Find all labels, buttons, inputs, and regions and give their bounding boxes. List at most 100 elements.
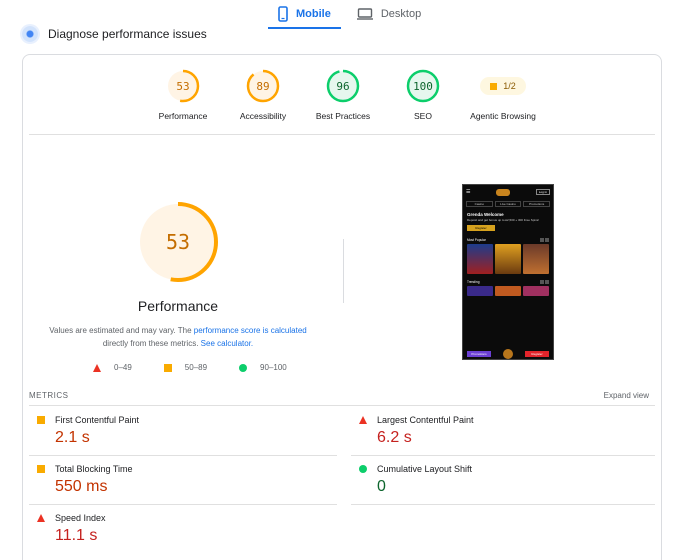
metric-cls: Cumulative Layout Shift 0 bbox=[359, 464, 649, 496]
metric-fcp-label: First Contentful Paint bbox=[55, 415, 140, 425]
phone-hero-text: Deposit and get bonus up to £2,500 + 300… bbox=[467, 218, 540, 222]
metric-divider bbox=[351, 455, 655, 456]
metric-tbt: Total Blocking Time 550 ms bbox=[37, 464, 327, 496]
metric-tbt-value: 550 ms bbox=[55, 478, 108, 495]
device-tabs: Mobile Desktop bbox=[268, 0, 431, 30]
diagnose-title: Diagnose performance issues bbox=[48, 27, 207, 41]
metric-fcp-value: 2.1 s bbox=[55, 429, 90, 446]
metric-lcp-value: 6.2 s bbox=[377, 429, 412, 446]
tab-desktop[interactable]: Desktop bbox=[347, 0, 431, 28]
phone-nav-item: Promotions bbox=[523, 201, 551, 207]
agentic-badge: 1/2 bbox=[480, 77, 526, 95]
metrics-title: METRICS bbox=[29, 391, 69, 400]
average-square-icon bbox=[490, 82, 498, 90]
phone-hero: Grenda Welcome Deposit and get bonus up … bbox=[463, 209, 553, 234]
phone-nav: Casino Live Casino Promotions bbox=[463, 199, 553, 209]
tab-desktop-label: Desktop bbox=[380, 8, 422, 20]
score-note: Values are estimated and may vary. The p… bbox=[37, 324, 319, 350]
game-tile bbox=[523, 244, 549, 274]
metric-divider bbox=[351, 504, 655, 505]
site-logo bbox=[496, 188, 511, 196]
performance-score-link[interactable]: performance score is calculated bbox=[194, 326, 307, 335]
legend-fail-label: 0–49 bbox=[114, 363, 132, 372]
mobile-icon bbox=[278, 5, 288, 22]
average-square-icon bbox=[37, 465, 45, 473]
metric-lcp-label: Largest Contentful Paint bbox=[377, 415, 474, 425]
gauge-best-practices-value: 96 bbox=[336, 79, 350, 93]
note-text-2: directly from these metrics. bbox=[102, 339, 201, 348]
metric-fcp: First Contentful Paint 2.1 s bbox=[37, 415, 327, 447]
metric-si: Speed Index 11.1 s bbox=[37, 513, 327, 545]
game-tile bbox=[467, 286, 493, 296]
phone-nav-item: Live Casino bbox=[494, 201, 522, 207]
game-tile bbox=[495, 244, 521, 274]
phone-login: Log in bbox=[535, 189, 550, 195]
phone-game-row bbox=[463, 284, 553, 298]
gauge-accessibility: 89 bbox=[246, 69, 280, 103]
expand-view-button[interactable]: Expand view bbox=[604, 391, 649, 400]
desktop-icon bbox=[356, 8, 373, 20]
phone-footer: Promotions Register bbox=[463, 349, 553, 359]
legend-fail: 0–49 bbox=[93, 363, 132, 372]
main-performance-title: Performance bbox=[137, 298, 219, 314]
pass-circle-icon bbox=[239, 363, 248, 372]
gauge-best-practices-label: Best Practices bbox=[315, 111, 371, 121]
divider bbox=[29, 134, 655, 135]
vertical-divider bbox=[343, 239, 344, 303]
see-calculator-link[interactable]: See calculator. bbox=[201, 339, 253, 348]
menu-icon: ☰ bbox=[466, 189, 471, 195]
metric-divider bbox=[29, 455, 337, 456]
phone-foot-logo bbox=[503, 349, 513, 359]
phone-foot-left: Promotions bbox=[467, 351, 491, 357]
arrows-icon bbox=[540, 280, 549, 284]
metric-divider bbox=[29, 504, 337, 505]
tab-mobile[interactable]: Mobile bbox=[268, 0, 341, 29]
score-agentic-browsing[interactable]: 1/2 Agentic Browsing bbox=[463, 69, 543, 121]
gauge-seo-value: 100 bbox=[413, 79, 433, 93]
agentic-value: 1/2 bbox=[503, 81, 516, 91]
average-square-icon bbox=[37, 416, 45, 424]
fail-triangle-icon bbox=[93, 363, 101, 372]
phone-header: ☰ Log in bbox=[463, 185, 553, 199]
phone-foot-right: Register bbox=[525, 351, 549, 357]
main-performance-gauge: 53 bbox=[136, 200, 220, 284]
gauge-seo: 100 bbox=[406, 69, 440, 103]
phone-hero-button: Register bbox=[467, 225, 495, 231]
phone-section-title: Most Popular bbox=[467, 238, 486, 242]
tab-mobile-label: Mobile bbox=[296, 7, 331, 20]
legend-average: 50–89 bbox=[163, 363, 208, 372]
score-seo[interactable]: 100 SEO bbox=[383, 69, 463, 121]
game-tile bbox=[467, 244, 493, 274]
metric-cls-value: 0 bbox=[377, 478, 386, 495]
metric-cls-label: Cumulative Layout Shift bbox=[377, 464, 473, 474]
note-text-1: Values are estimated and may vary. The bbox=[49, 326, 194, 335]
metric-tbt-label: Total Blocking Time bbox=[55, 464, 133, 474]
pass-circle-icon bbox=[359, 465, 367, 473]
average-square-icon bbox=[163, 363, 172, 372]
phone-hero-title: Grenda Welcome bbox=[467, 212, 504, 217]
arrows-icon bbox=[540, 238, 549, 242]
diagnose-header: Diagnose performance issues bbox=[22, 26, 207, 42]
legend-pass-label: 90–100 bbox=[260, 363, 287, 372]
fail-triangle-icon bbox=[359, 416, 367, 424]
score-performance[interactable]: 53 Performance bbox=[143, 69, 223, 121]
agentic-label: Agentic Browsing bbox=[470, 111, 536, 121]
page-screenshot-thumbnail[interactable]: ☰ Log in Casino Live Casino Promotions G… bbox=[462, 184, 554, 360]
gauge-performance-value: 53 bbox=[176, 79, 190, 93]
score-legend: 0–49 50–89 90–100 bbox=[93, 363, 319, 372]
phone-nav-item: Casino bbox=[466, 201, 493, 207]
legend-average-label: 50–89 bbox=[184, 363, 208, 372]
metrics-divider bbox=[29, 405, 655, 406]
fail-triangle-icon bbox=[37, 514, 45, 522]
game-tile bbox=[523, 286, 549, 296]
metric-si-value: 11.1 s bbox=[55, 527, 98, 544]
phone-section-title: Trending bbox=[467, 280, 480, 284]
legend-pass: 90–100 bbox=[239, 363, 287, 372]
score-best-practices[interactable]: 96 Best Practices bbox=[303, 69, 383, 121]
game-tile bbox=[495, 286, 521, 296]
gauge-accessibility-label: Accessibility bbox=[239, 111, 287, 121]
score-row: 53 Performance 89 Accessibility 96 Best … bbox=[153, 69, 553, 129]
score-accessibility[interactable]: 89 Accessibility bbox=[223, 69, 303, 121]
metric-si-label: Speed Index bbox=[55, 513, 106, 523]
main-performance-value: 53 bbox=[165, 230, 191, 254]
